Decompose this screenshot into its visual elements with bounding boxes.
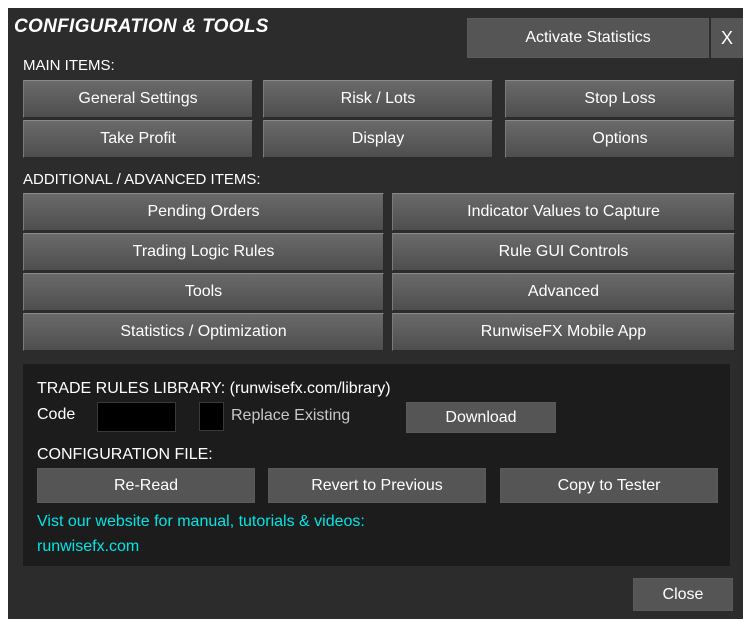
- indicator-values-button[interactable]: Indicator Values to Capture: [392, 193, 735, 231]
- activate-statistics-button[interactable]: Activate Statistics: [467, 18, 709, 58]
- pending-orders-button[interactable]: Pending Orders: [23, 193, 384, 231]
- re-read-button[interactable]: Re-Read: [37, 468, 255, 503]
- copy-to-tester-button[interactable]: Copy to Tester: [500, 468, 718, 503]
- code-input[interactable]: [97, 402, 176, 432]
- close-button[interactable]: Close: [633, 578, 733, 611]
- close-x-button[interactable]: X: [711, 18, 743, 58]
- statistics-optimization-button[interactable]: Statistics / Optimization: [23, 313, 384, 351]
- config-file-label: CONFIGURATION FILE:: [37, 446, 213, 463]
- rule-gui-controls-button[interactable]: Rule GUI Controls: [392, 233, 735, 271]
- website-text: Vist our website for manual, tutorials &…: [37, 513, 365, 530]
- code-label: Code: [37, 406, 76, 423]
- options-button[interactable]: Options: [505, 120, 735, 158]
- general-settings-button[interactable]: General Settings: [23, 80, 253, 118]
- revert-to-previous-button[interactable]: Revert to Previous: [268, 468, 486, 503]
- advanced-items-label: ADDITIONAL / ADVANCED ITEMS:: [23, 171, 261, 188]
- display-button[interactable]: Display: [263, 120, 493, 158]
- library-label: TRADE RULES LIBRARY: (runwisefx.com/libr…: [37, 380, 391, 397]
- mobile-app-button[interactable]: RunwiseFX Mobile App: [392, 313, 735, 351]
- tools-button[interactable]: Tools: [23, 273, 384, 311]
- website-link[interactable]: runwisefx.com: [37, 538, 139, 556]
- take-profit-button[interactable]: Take Profit: [23, 120, 253, 158]
- risk-lots-button[interactable]: Risk / Lots: [263, 80, 493, 118]
- stop-loss-button[interactable]: Stop Loss: [505, 80, 735, 118]
- advanced-button[interactable]: Advanced: [392, 273, 735, 311]
- replace-existing-checkbox[interactable]: [199, 402, 224, 431]
- main-items-label: MAIN ITEMS:: [23, 57, 115, 74]
- trading-logic-rules-button[interactable]: Trading Logic Rules: [23, 233, 384, 271]
- panel-title: CONFIGURATION & TOOLS: [14, 16, 269, 37]
- replace-existing-label: Replace Existing: [231, 407, 351, 424]
- download-button[interactable]: Download: [406, 402, 556, 433]
